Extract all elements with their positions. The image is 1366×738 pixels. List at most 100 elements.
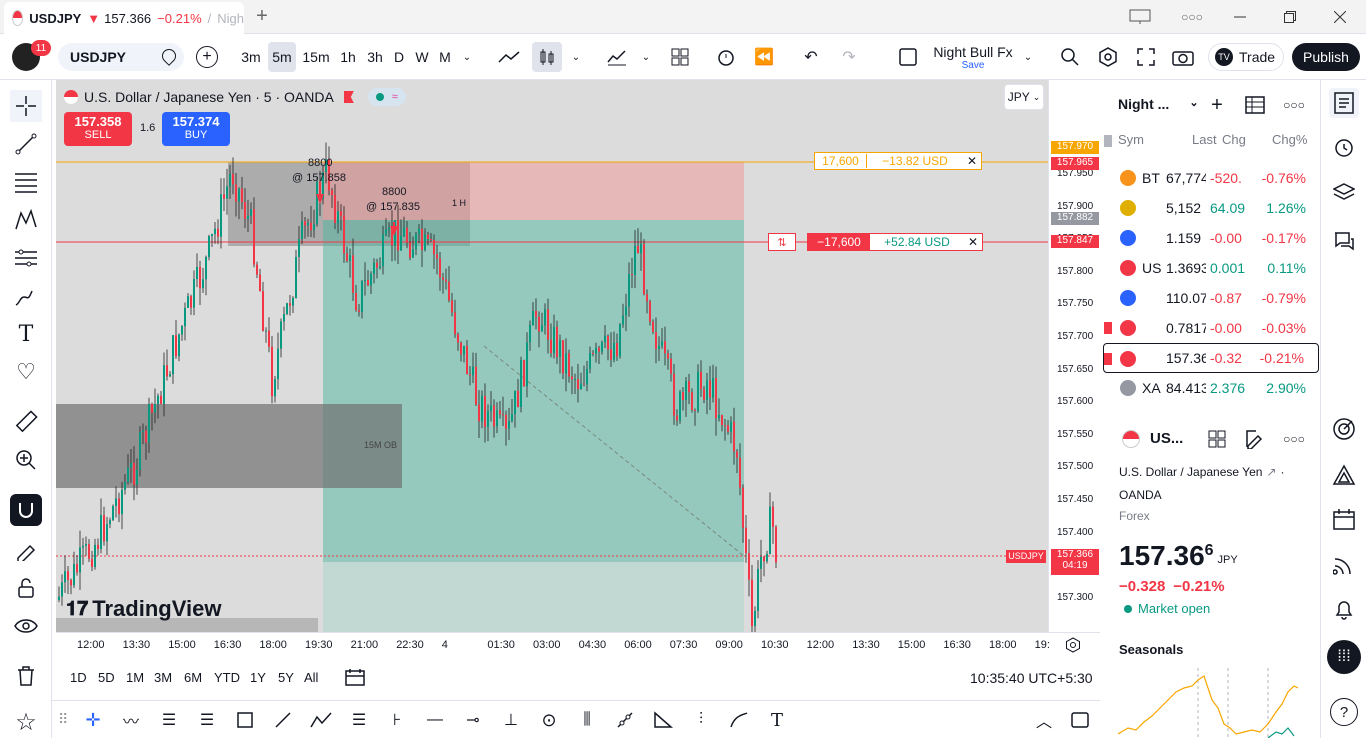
close-window-icon[interactable]	[1330, 8, 1350, 26]
brush-icon[interactable]	[10, 280, 42, 312]
watchlist-row[interactable]: 110.07 -0.87 -0.79%	[1104, 283, 1320, 313]
watchlist-row[interactable]: XA 84.413 2.376 2.90%	[1104, 373, 1320, 403]
legend-title[interactable]: U.S. Dollar / Japanese Yen · 5 · OANDA	[84, 89, 334, 105]
close-icon[interactable]: ✕	[963, 154, 981, 168]
alert-icon[interactable]	[714, 42, 738, 72]
chevron-down-icon[interactable]: ⌄	[458, 42, 476, 72]
axis-settings-icon[interactable]	[1064, 636, 1082, 654]
browser-tab[interactable]: USDJPY ▼ 157.366 −0.21% / Nigh	[4, 2, 244, 34]
draw-lock-icon[interactable]	[10, 534, 42, 566]
candles-icon[interactable]	[532, 42, 562, 72]
watchlist-row[interactable]: US 1.3693 0.001 0.11%	[1104, 253, 1320, 283]
close-icon[interactable]: ✕	[964, 235, 982, 249]
watchlist-row[interactable]: 157.36 -0.32 -0.21%	[1103, 343, 1319, 373]
range-1m[interactable]: 1M	[126, 670, 144, 685]
grid-icon[interactable]	[1206, 428, 1228, 450]
range-1y[interactable]: 1Y	[250, 670, 266, 685]
details-symbol[interactable]: US...	[1150, 430, 1183, 447]
pattern-icon[interactable]	[10, 204, 42, 236]
ray-icon[interactable]	[612, 707, 638, 733]
alerts-clock-icon[interactable]	[1329, 132, 1359, 162]
ruler-icon[interactable]	[10, 406, 42, 438]
currency-select[interactable]: JPY ⌄	[1004, 84, 1044, 110]
advanced-view-icon[interactable]	[1244, 94, 1266, 116]
zoom-in-icon[interactable]	[10, 444, 42, 476]
crosshair-icon[interactable]	[10, 90, 42, 122]
more-icon[interactable]: ○○○	[1282, 428, 1306, 450]
trade-button[interactable]: TV Trade	[1208, 43, 1284, 71]
trash-icon[interactable]	[10, 660, 42, 692]
fullscreen-icon[interactable]	[1134, 42, 1158, 72]
interval-d[interactable]: D	[390, 42, 408, 72]
watchlist-row[interactable]: BT 67,774 -520. -0.76%	[1104, 163, 1320, 193]
templates-icon[interactable]	[668, 42, 692, 72]
symbol-search[interactable]: USDJPY	[58, 43, 184, 71]
rectangle-icon[interactable]	[232, 707, 258, 733]
seasonals-title[interactable]: Seasonals	[1119, 642, 1183, 657]
trendline-icon[interactable]	[10, 128, 42, 160]
goto-date-icon[interactable]	[344, 666, 366, 688]
settings-icon[interactable]	[1096, 42, 1120, 72]
short-position-target-zone[interactable]	[323, 220, 744, 562]
watchlist-icon[interactable]	[1329, 88, 1359, 118]
magnet-icon[interactable]	[10, 494, 42, 526]
bell-icon[interactable]	[1329, 594, 1359, 624]
interval-3m[interactable]: 3m	[238, 42, 264, 72]
text-icon[interactable]: T	[764, 707, 790, 733]
fib-retracement-icon[interactable]: ☰	[156, 707, 182, 733]
more-dots-icon[interactable]: ○○○	[1180, 8, 1204, 26]
external-link-icon[interactable]: ↗	[1266, 465, 1276, 479]
calendar-icon[interactable]	[1329, 504, 1359, 534]
restore-icon[interactable]	[1280, 8, 1300, 26]
interval-5m[interactable]: 5m	[268, 42, 296, 72]
fib-extension-icon[interactable]: ☰	[346, 707, 372, 733]
range-all[interactable]: All	[304, 670, 318, 685]
layout-name[interactable]: Night Bull Fx Save	[930, 44, 1016, 71]
compare-plus-icon[interactable]: +	[196, 46, 218, 68]
details-name[interactable]: U.S. Dollar / Japanese Yen	[1119, 465, 1262, 479]
drag-handle-icon[interactable]: ⠿	[58, 711, 68, 728]
undo-icon[interactable]: ↶	[800, 42, 822, 72]
horizontal-segment-icon[interactable]: ⊸	[460, 707, 486, 733]
layout-icon[interactable]	[896, 42, 920, 72]
interval-m[interactable]: M	[436, 42, 454, 72]
price-axis[interactable]: 157.950157.900157.850157.800157.750157.7…	[1048, 80, 1100, 632]
col-sym[interactable]: Sym	[1118, 132, 1144, 147]
range-6m[interactable]: 6M	[184, 670, 202, 685]
indicators-icon[interactable]	[604, 42, 630, 72]
screen-icon[interactable]	[1128, 8, 1152, 26]
bars-pattern-icon[interactable]: ⫶	[688, 707, 714, 733]
reverse-icon[interactable]: ⇅	[768, 233, 796, 251]
order-label-2[interactable]: −17,600 +52.84 USD ✕	[807, 233, 983, 251]
path-icon[interactable]	[308, 707, 334, 733]
clock[interactable]: 10:35:40 UTC+5:30	[970, 670, 1093, 686]
layers-icon[interactable]	[1329, 178, 1359, 208]
apps-grid-icon[interactable]: ⁞⁞⁞	[1327, 640, 1361, 674]
lock-icon[interactable]	[10, 572, 42, 604]
market-status-icon[interactable]: ≈	[367, 88, 406, 106]
range-5d[interactable]: 5D	[98, 670, 115, 685]
watchlist-row[interactable]: 0.7817 -0.00 -0.03%	[1104, 313, 1320, 343]
horizontal-line-icon[interactable]: —	[422, 707, 448, 733]
edit-icon[interactable]	[1244, 428, 1266, 450]
parallel-channel-icon[interactable]: ☰	[194, 707, 220, 733]
new-tab-icon[interactable]: +	[252, 5, 272, 27]
interval-1h[interactable]: 1h	[336, 42, 360, 72]
range-3m[interactable]: 3M	[154, 670, 172, 685]
replay-icon[interactable]: ⏪	[752, 42, 776, 72]
buy-button[interactable]: 157.374 BUY	[162, 112, 230, 146]
chart-pane[interactable]: 8800 @ 157.858 8800 @ 157.835 1 H 15M OB…	[56, 80, 1048, 632]
date-range-icon[interactable]: ⫼	[574, 707, 600, 733]
ideas-icon[interactable]	[1329, 460, 1359, 490]
add-symbol-icon[interactable]: +	[1206, 94, 1228, 116]
interval-15m[interactable]: 15m	[300, 42, 332, 72]
watchlist-row[interactable]: 1.159 -0.00 -0.17%	[1104, 223, 1320, 253]
sell-button[interactable]: 157.358 SELL	[64, 112, 132, 146]
stream-icon[interactable]	[1329, 550, 1359, 580]
order-block-zone[interactable]	[56, 404, 402, 488]
angle-icon[interactable]	[650, 707, 676, 733]
chevron-down-icon[interactable]: ⌄	[638, 42, 654, 72]
watchlist-title[interactable]: Night ... ⌄	[1118, 96, 1199, 112]
range-1d[interactable]: 1D	[70, 670, 87, 685]
range-ytd[interactable]: YTD	[214, 670, 240, 685]
